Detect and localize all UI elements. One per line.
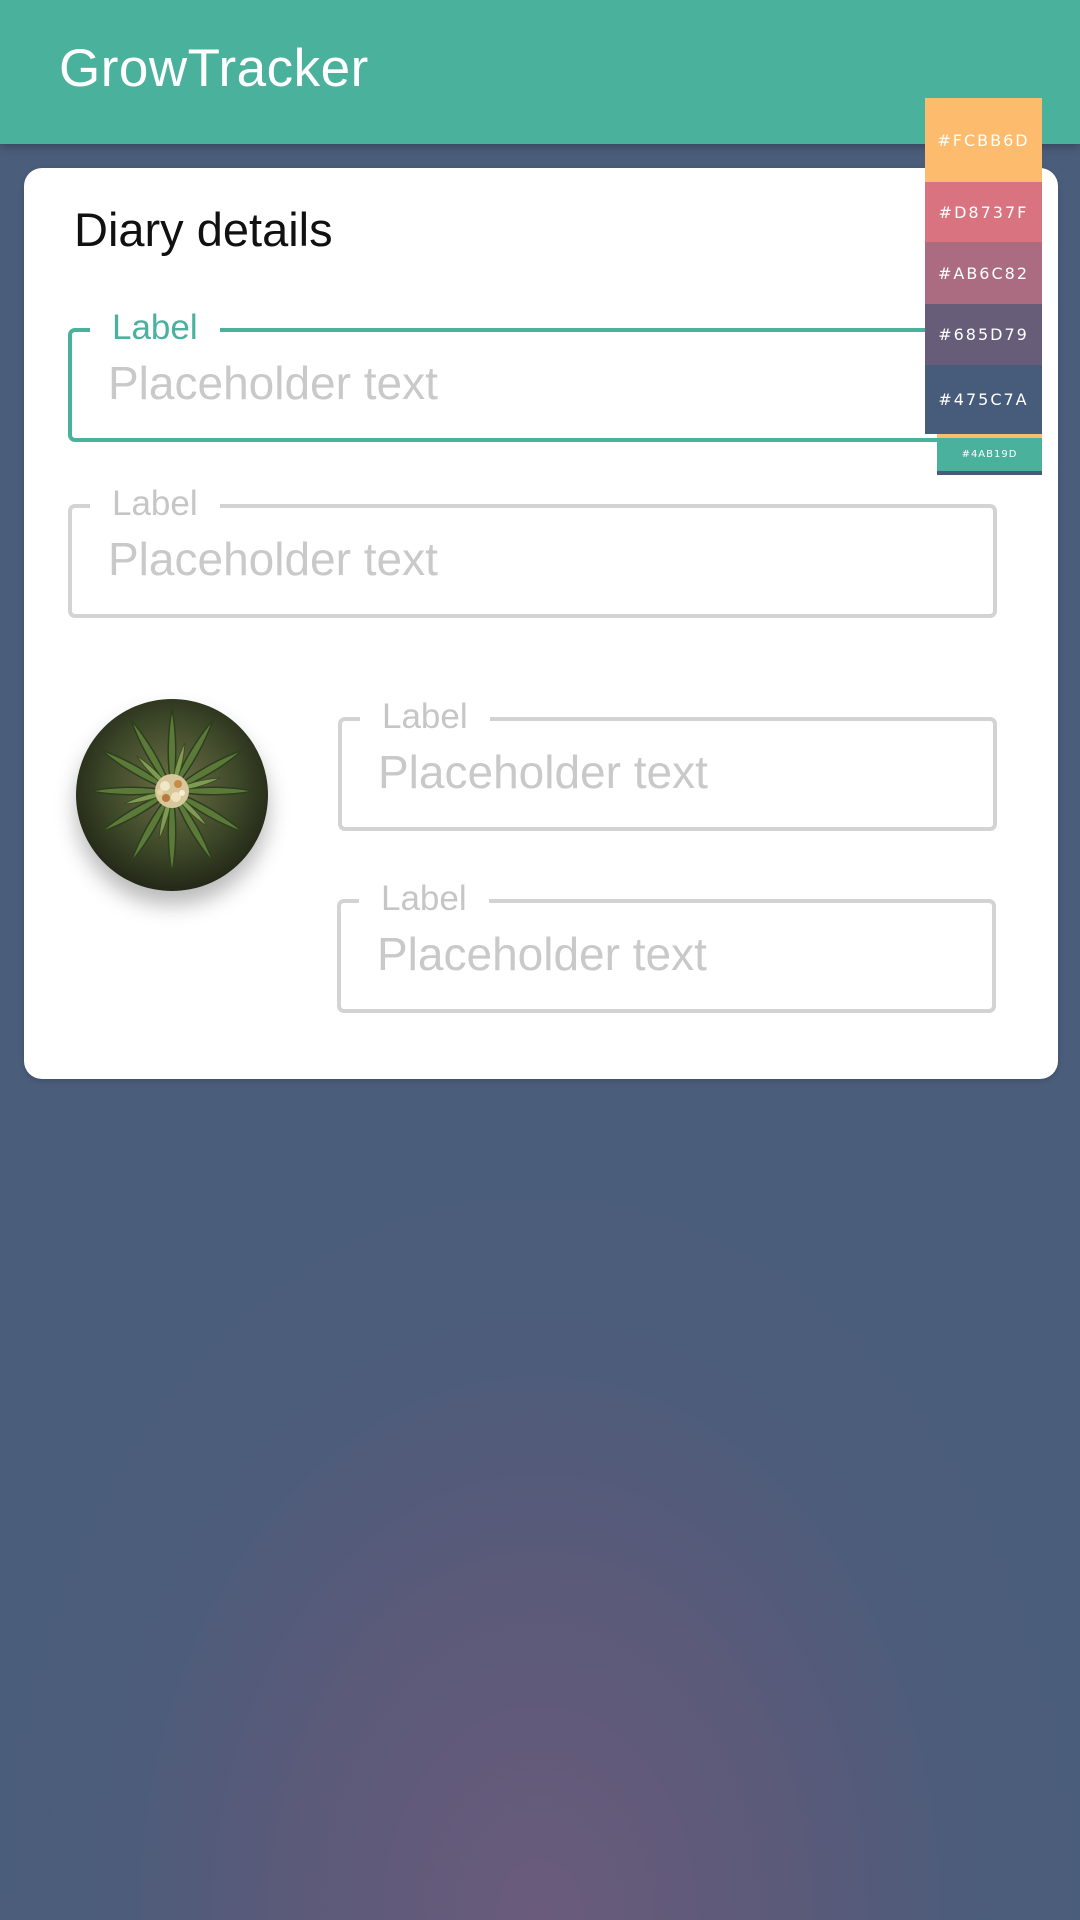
plant-photo-icon — [76, 699, 268, 891]
card-title: Diary details — [74, 203, 333, 256]
field-label: Label — [360, 695, 490, 739]
text-field-4[interactable]: Label — [337, 877, 996, 1013]
palette-swatch: #D8737F — [925, 182, 1042, 242]
app-bar: GrowTracker — [0, 0, 1080, 144]
palette-swatch: #475C7A — [925, 365, 1042, 434]
text-input-1[interactable] — [108, 348, 973, 418]
palette-accent-swatch: #4AB19D — [937, 434, 1042, 475]
app-title: GrowTracker — [59, 39, 369, 98]
color-palette: #FCBB6D #D8737F #AB6C82 #685D79 #475C7A … — [925, 98, 1042, 475]
palette-swatch: #FCBB6D — [925, 98, 1042, 182]
field-label: Label — [90, 482, 220, 526]
text-input-3[interactable] — [378, 737, 973, 807]
field-label: Label — [90, 306, 220, 350]
palette-swatch: #AB6C82 — [925, 242, 1042, 304]
text-input-4[interactable] — [377, 919, 972, 989]
plant-photo-avatar[interactable] — [76, 699, 268, 891]
text-field-3[interactable]: Label — [338, 695, 997, 831]
text-field-2[interactable]: Label — [68, 482, 997, 618]
field-label: Label — [359, 877, 489, 921]
text-input-2[interactable] — [108, 524, 973, 594]
palette-swatch: #685D79 — [925, 304, 1042, 365]
text-field-1[interactable]: Label — [68, 306, 997, 442]
